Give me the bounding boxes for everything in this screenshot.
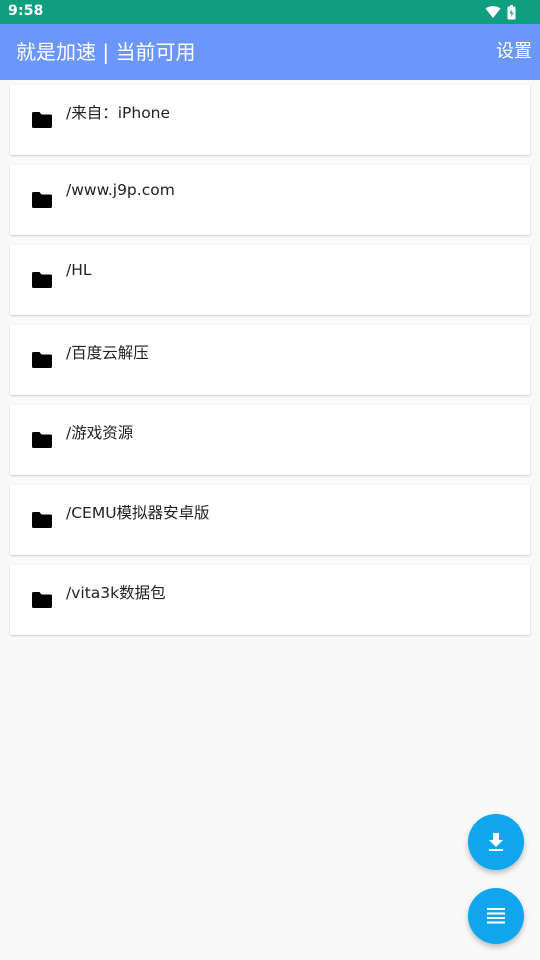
folder-label: /vita3k数据包 — [66, 584, 166, 602]
menu-button[interactable] — [468, 888, 524, 944]
battery-icon — [507, 4, 516, 19]
folder-item[interactable]: /百度云解压 — [10, 325, 530, 395]
folder-item[interactable]: /游戏资源 — [10, 405, 530, 475]
folder-icon — [32, 592, 52, 608]
folder-icon — [32, 192, 52, 208]
folder-label: /CEMU模拟器安卓版 — [66, 504, 210, 522]
folder-label: /HL — [66, 261, 92, 279]
wifi-icon — [485, 6, 501, 18]
app-bar: 就是加速 | 当前可用 设置 — [0, 24, 540, 80]
folder-item[interactable]: /HL — [10, 245, 530, 315]
folder-label: /游戏资源 — [66, 424, 134, 442]
folder-label: /www.j9p.com — [66, 181, 175, 199]
status-time: 9:58 — [8, 3, 44, 19]
settings-button[interactable]: 设置 — [488, 24, 532, 80]
download-button[interactable] — [468, 814, 524, 870]
app-title: 就是加速 | 当前可用 — [16, 40, 196, 64]
folder-item[interactable]: /来自：iPhone — [10, 85, 530, 155]
folder-icon — [32, 432, 52, 448]
download-icon — [489, 833, 503, 851]
folder-item[interactable]: /CEMU模拟器安卓版 — [10, 485, 530, 555]
folder-icon — [32, 112, 52, 128]
folder-item[interactable]: /vita3k数据包 — [10, 565, 530, 635]
folder-icon — [32, 272, 52, 288]
folder-label: /来自：iPhone — [66, 104, 171, 122]
status-icons — [485, 4, 516, 20]
status-bar: 9:58 — [0, 0, 540, 24]
folder-label: /百度云解压 — [66, 344, 149, 362]
folder-item[interactable]: /www.j9p.com — [10, 165, 530, 235]
folder-icon — [32, 512, 52, 528]
folder-list: /来自：iPhone /www.j9p.com /HL /百度云解压 /游戏资源… — [10, 85, 530, 645]
folder-icon — [32, 352, 52, 368]
list-icon — [487, 908, 505, 924]
